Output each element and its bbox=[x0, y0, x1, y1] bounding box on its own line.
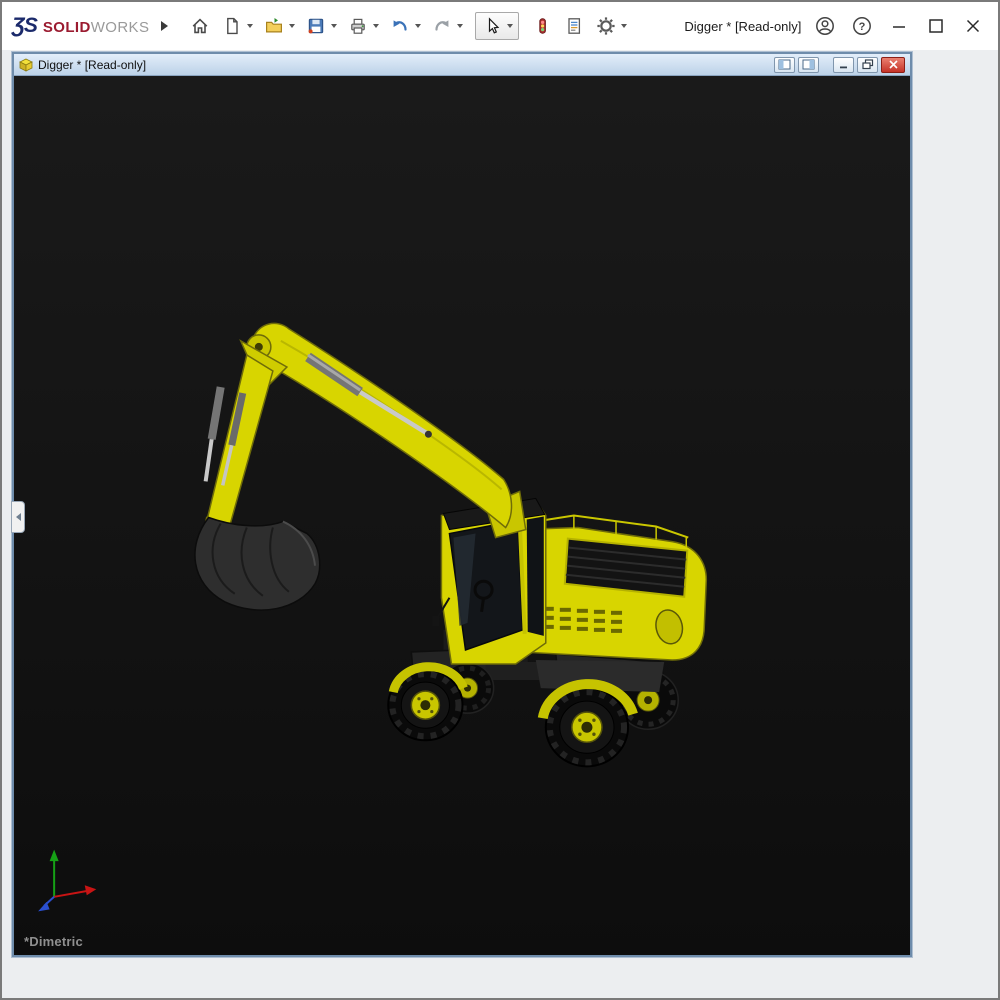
help-button[interactable]: ? bbox=[851, 15, 873, 37]
solidworks-app-window: ƷS SOLIDWORKS bbox=[0, 0, 1000, 1000]
graphics-viewport[interactable]: *Dimetric bbox=[14, 76, 910, 955]
chevron-left-icon bbox=[16, 513, 21, 521]
excavator-bucket bbox=[195, 518, 320, 611]
3d-scene[interactable] bbox=[14, 76, 910, 955]
print-button[interactable] bbox=[347, 15, 369, 37]
close-icon bbox=[888, 59, 899, 70]
pane-toggle-right-button[interactable] bbox=[798, 57, 819, 73]
select-cursor-icon bbox=[482, 16, 502, 36]
document-restore-button[interactable] bbox=[857, 57, 878, 73]
excavator-body bbox=[521, 516, 707, 660]
document-window: Digger * [Read-only] bbox=[12, 52, 912, 957]
home-icon bbox=[190, 16, 210, 36]
document-window-title: Digger * [Read-only] bbox=[38, 58, 146, 72]
new-dropdown-caret[interactable] bbox=[247, 24, 253, 28]
brand-works: WORKS bbox=[91, 19, 150, 36]
open-icon bbox=[264, 16, 284, 36]
window-controls: ? bbox=[814, 15, 984, 37]
account-icon bbox=[814, 15, 836, 37]
new-document-button[interactable] bbox=[221, 15, 243, 37]
account-button[interactable] bbox=[814, 15, 836, 37]
undo-button[interactable] bbox=[389, 15, 411, 37]
select-tool-active-frame bbox=[475, 12, 519, 40]
save-icon bbox=[306, 16, 326, 36]
steering-column bbox=[482, 598, 484, 612]
redo-dropdown-caret[interactable] bbox=[457, 24, 463, 28]
brand-solid: SOLID bbox=[43, 19, 91, 36]
solidworks-logo: ƷS SOLIDWORKS bbox=[12, 14, 149, 38]
maximize-icon bbox=[925, 15, 947, 37]
quick-access-toolbar bbox=[184, 12, 632, 40]
excavator-cab bbox=[432, 498, 545, 664]
rebuild-traffic-light-icon bbox=[532, 16, 552, 36]
restore-icon bbox=[862, 59, 874, 70]
mirror bbox=[432, 616, 439, 626]
stick-cylinder-rod bbox=[206, 439, 212, 481]
minimize-icon bbox=[888, 15, 910, 37]
save-button[interactable] bbox=[305, 15, 327, 37]
svg-text:?: ? bbox=[859, 21, 866, 33]
file-properties-icon bbox=[564, 16, 584, 36]
redo-icon bbox=[432, 16, 452, 36]
select-dropdown-caret[interactable] bbox=[507, 24, 513, 28]
pane-toggle-left-icon bbox=[778, 59, 791, 70]
minimize-button[interactable] bbox=[888, 15, 910, 37]
rod-end-pin bbox=[425, 431, 432, 438]
part-cube-icon bbox=[19, 58, 33, 72]
pane-toggle-right-icon bbox=[802, 59, 815, 70]
boom bbox=[253, 323, 512, 527]
options-dropdown-caret[interactable] bbox=[621, 24, 627, 28]
maximize-button[interactable] bbox=[925, 15, 947, 37]
open-button[interactable] bbox=[263, 15, 285, 37]
minimize-icon bbox=[838, 59, 849, 70]
new-document-icon bbox=[222, 16, 242, 36]
orientation-triad bbox=[38, 850, 96, 912]
collapsed-panel-tab[interactable] bbox=[11, 501, 25, 533]
stick-arm bbox=[207, 355, 273, 530]
help-icon: ? bbox=[851, 15, 873, 37]
workspace-area: Digger * [Read-only] bbox=[2, 50, 998, 998]
document-window-buttons bbox=[771, 57, 905, 73]
options-button[interactable] bbox=[595, 15, 617, 37]
pane-toggle-left-button[interactable] bbox=[774, 57, 795, 73]
menu-flyout-chevron-icon[interactable] bbox=[161, 21, 168, 31]
save-dropdown-caret[interactable] bbox=[331, 24, 337, 28]
home-button[interactable] bbox=[189, 15, 211, 37]
close-icon bbox=[962, 15, 984, 37]
y-axis-arrow bbox=[50, 850, 59, 862]
document-titlebar[interactable]: Digger * [Read-only] bbox=[14, 54, 910, 76]
undo-icon bbox=[390, 16, 410, 36]
print-dropdown-caret[interactable] bbox=[373, 24, 379, 28]
app-titlebar: ƷS SOLIDWORKS bbox=[2, 2, 998, 50]
stick-cylinder-barrel bbox=[212, 387, 221, 439]
3ds-logo-icon: ƷS bbox=[12, 14, 37, 38]
document-close-button[interactable] bbox=[881, 57, 905, 73]
open-dropdown-caret[interactable] bbox=[289, 24, 295, 28]
undo-dropdown-caret[interactable] bbox=[415, 24, 421, 28]
x-axis-arrow bbox=[85, 885, 97, 895]
side-window bbox=[527, 517, 544, 636]
view-orientation-label: *Dimetric bbox=[24, 934, 83, 949]
active-document-title: Digger * [Read-only] bbox=[684, 19, 801, 34]
document-minimize-button[interactable] bbox=[833, 57, 854, 73]
print-icon bbox=[348, 16, 368, 36]
redo-button[interactable] bbox=[431, 15, 453, 37]
close-button[interactable] bbox=[962, 15, 984, 37]
file-properties-button[interactable] bbox=[563, 15, 585, 37]
rebuild-button[interactable] bbox=[531, 15, 553, 37]
select-tool-button[interactable] bbox=[481, 15, 503, 37]
options-gear-icon bbox=[596, 16, 616, 36]
